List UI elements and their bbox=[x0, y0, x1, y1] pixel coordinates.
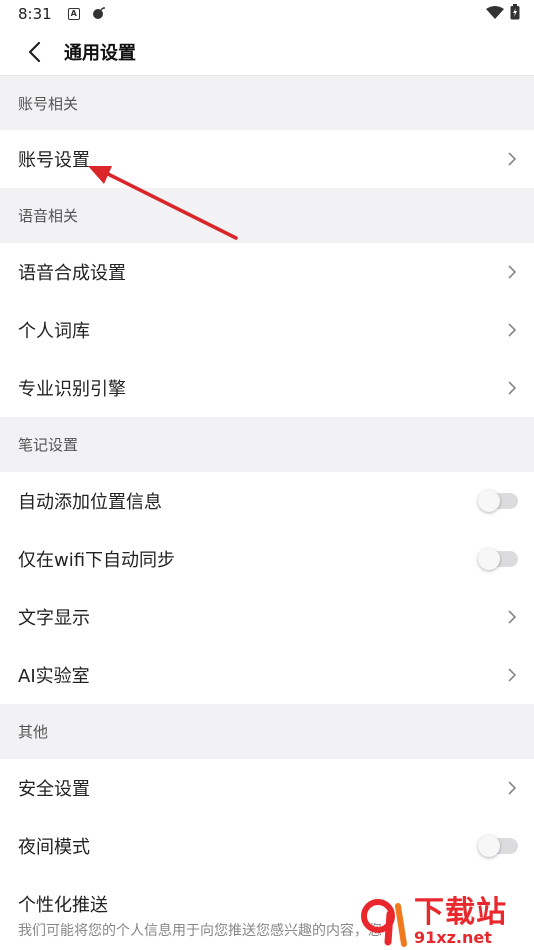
row-label: 专业识别引擎 bbox=[18, 379, 126, 400]
row-label: 仅在wifi下自动同步 bbox=[18, 550, 176, 571]
wifi-icon bbox=[486, 5, 504, 24]
chevron-right-icon bbox=[508, 781, 517, 795]
section-header-account: 账号相关 bbox=[18, 94, 79, 113]
battery-charging-icon bbox=[510, 4, 520, 24]
section-header-voice: 语音相关 bbox=[18, 206, 79, 225]
chevron-right-icon bbox=[508, 323, 517, 337]
settings-row-tts[interactable]: 语音合成设置 bbox=[0, 243, 534, 301]
row-label: 文字显示 bbox=[18, 608, 90, 629]
section-header-notes: 笔记设置 bbox=[18, 435, 79, 454]
settings-row-personal-dictionary[interactable]: 个人词库 bbox=[0, 301, 534, 359]
notification-bomb-icon bbox=[92, 5, 106, 24]
settings-row-auto-location[interactable]: 自动添加位置信息 bbox=[0, 472, 534, 530]
chevron-right-icon bbox=[508, 610, 517, 624]
row-label: 自动添加位置信息 bbox=[18, 492, 162, 513]
chevron-right-icon bbox=[508, 152, 517, 166]
chevron-right-icon bbox=[508, 668, 517, 682]
row-label: 语音合成设置 bbox=[18, 263, 126, 284]
wifi-sync-toggle[interactable] bbox=[478, 548, 518, 570]
section-header-other: 其他 bbox=[18, 722, 49, 741]
status-time: 8:31 bbox=[18, 5, 52, 23]
settings-row-ai-lab[interactable]: AI实验室 bbox=[0, 646, 534, 704]
toggle-knob bbox=[478, 548, 500, 570]
settings-row-recognition-engine[interactable]: 专业识别引擎 bbox=[0, 359, 534, 417]
settings-row-wifi-sync[interactable]: 仅在wifi下自动同步 bbox=[0, 530, 534, 588]
row-label: 个性化推送 bbox=[18, 895, 108, 916]
settings-row-text-display[interactable]: 文字显示 bbox=[0, 588, 534, 646]
notification-a-icon: A bbox=[67, 8, 80, 20]
row-label: 个人词库 bbox=[18, 321, 90, 342]
night-mode-toggle[interactable] bbox=[478, 835, 518, 857]
auto-location-toggle[interactable] bbox=[478, 490, 518, 512]
row-label: 安全设置 bbox=[18, 779, 90, 800]
chevron-left-icon bbox=[28, 41, 41, 62]
toggle-knob bbox=[478, 490, 500, 512]
settings-row-account-settings[interactable]: 账号设置 bbox=[0, 130, 534, 188]
settings-row-security[interactable]: 安全设置 bbox=[0, 759, 534, 817]
row-label: AI实验室 bbox=[18, 666, 90, 687]
header: 通用设置 bbox=[0, 28, 534, 76]
page-title: 通用设置 bbox=[64, 42, 136, 64]
watermark-logo-icon bbox=[358, 896, 410, 948]
toggle-knob bbox=[478, 835, 500, 857]
chevron-right-icon bbox=[508, 381, 517, 395]
watermark-sub-text: 91xz.net bbox=[414, 928, 492, 947]
settings-row-night-mode[interactable]: 夜间模式 bbox=[0, 817, 534, 875]
row-label: 夜间模式 bbox=[18, 837, 90, 858]
back-button[interactable] bbox=[14, 32, 54, 72]
row-label: 账号设置 bbox=[18, 150, 90, 171]
chevron-right-icon bbox=[508, 265, 517, 279]
watermark-main-text: 下载站 bbox=[414, 895, 507, 930]
watermark: 下载站 91xz.net bbox=[358, 896, 528, 948]
status-bar: 8:31 A bbox=[0, 0, 534, 28]
